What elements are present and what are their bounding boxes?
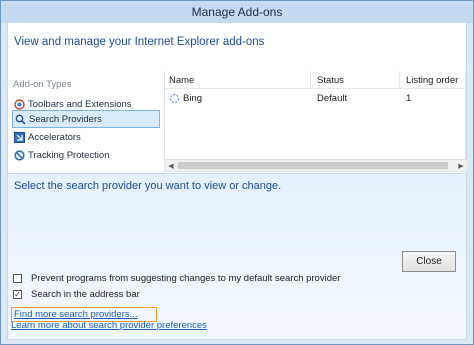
details-instruction: Select the search provider you want to v… xyxy=(14,180,282,192)
table-row[interactable]: Bing Default 1 xyxy=(165,91,467,106)
sidebar-item-tracking-protection[interactable]: Tracking Protection xyxy=(12,146,160,164)
accelerators-icon xyxy=(14,131,25,143)
sidebar-item-accelerators[interactable]: Accelerators xyxy=(12,128,160,146)
column-header-listing-order[interactable]: Listing order xyxy=(406,75,458,86)
sidebar-item-label: Accelerators xyxy=(28,131,81,143)
column-header-status[interactable]: Status xyxy=(317,75,344,86)
tracking-protection-icon xyxy=(14,149,25,161)
header-text: View and manage your Internet Explorer a… xyxy=(14,36,265,48)
sidebar-item-label: Search Providers xyxy=(29,113,102,125)
list-header: Name Status Listing order xyxy=(165,71,467,89)
column-divider[interactable] xyxy=(310,71,311,89)
prevent-suggestions-checkbox-row[interactable]: Prevent programs from suggesting changes… xyxy=(13,273,340,284)
scroll-right-icon[interactable]: ▶ xyxy=(456,161,466,171)
column-divider[interactable] xyxy=(399,71,400,89)
checkbox-label: Prevent programs from suggesting changes… xyxy=(31,273,341,284)
sidebar-item-search-providers[interactable]: Search Providers xyxy=(12,110,160,128)
title-bar[interactable]: Manage Add-ons xyxy=(1,1,473,23)
sidebar-item-label: Tracking Protection xyxy=(28,149,110,161)
addons-list[interactable]: Name Status Listing order Bing Default 1… xyxy=(164,71,467,172)
search-address-bar-checkbox[interactable]: ✓ xyxy=(13,290,22,299)
main-panel: Add-on Types Toolbars and Extensions Sea… xyxy=(7,63,467,340)
horizontal-scrollbar[interactable]: ◀ ▶ xyxy=(165,159,467,171)
learn-more-link[interactable]: Learn more about search provider prefere… xyxy=(11,320,207,331)
checkbox-label: Search in the address bar xyxy=(31,289,140,300)
bing-logo-icon xyxy=(169,93,180,107)
toolbars-extensions-icon xyxy=(14,98,25,110)
scrollbar-thumb[interactable] xyxy=(178,162,448,169)
prevent-suggestions-checkbox[interactable] xyxy=(13,274,22,283)
header-banner: View and manage your Internet Explorer a… xyxy=(7,23,467,63)
manage-addons-window: Manage Add-ons View and manage your Inte… xyxy=(0,0,474,345)
provider-name: Bing xyxy=(183,93,203,104)
addon-types-label: Add-on Types xyxy=(13,79,72,90)
search-address-bar-checkbox-row[interactable]: ✓ Search in the address bar xyxy=(13,289,140,300)
search-icon xyxy=(15,114,26,125)
details-pane: Select the search provider you want to v… xyxy=(8,173,466,339)
column-header-name[interactable]: Name xyxy=(169,75,194,86)
provider-listing-order: 1 xyxy=(406,93,412,104)
provider-status: Default xyxy=(317,93,348,104)
sidebar-item-label: Toolbars and Extensions xyxy=(28,98,132,110)
window-title: Manage Add-ons xyxy=(191,5,283,19)
scroll-left-icon[interactable]: ◀ xyxy=(166,161,176,171)
close-button[interactable]: Close xyxy=(402,251,456,272)
